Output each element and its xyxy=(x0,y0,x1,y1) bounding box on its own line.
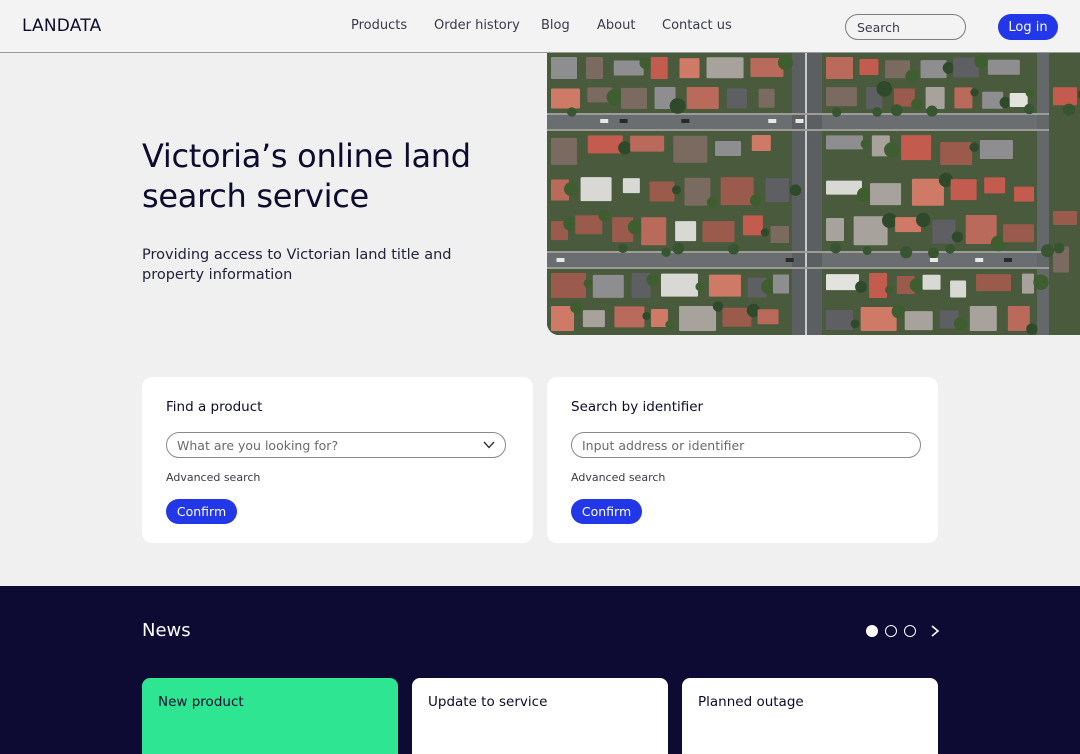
news-card-update-to-service[interactable]: Update to service xyxy=(412,678,668,754)
top-header: LANDATA Products Order history Blog Abou… xyxy=(0,0,1080,53)
identifier-advanced-search-link[interactable]: Advanced search xyxy=(571,471,665,484)
identifier-input[interactable] xyxy=(582,433,902,457)
chevron-down-icon[interactable] xyxy=(482,439,496,451)
aerial-suburb-image xyxy=(547,53,1080,335)
news-card-label: New product xyxy=(158,694,244,710)
find-product-title: Find a product xyxy=(166,399,263,415)
news-card-new-product[interactable]: New product xyxy=(142,678,398,754)
login-button[interactable]: Log in xyxy=(998,14,1058,40)
product-select[interactable] xyxy=(166,432,506,458)
identifier-field[interactable] xyxy=(571,432,921,458)
search-identifier-title: Search by identifier xyxy=(571,399,704,415)
carousel-dot-2[interactable] xyxy=(885,625,897,637)
news-section: News New product Update to service Plann… xyxy=(0,586,1080,754)
find-product-confirm-button[interactable]: Confirm xyxy=(166,499,237,524)
nav-about[interactable]: About xyxy=(597,18,635,33)
landata-logo[interactable]: LANDATA xyxy=(22,16,101,36)
news-card-label: Planned outage xyxy=(698,694,804,710)
header-search-input[interactable] xyxy=(845,14,966,40)
search-identifier-card: Search by identifier Advanced search Con… xyxy=(547,377,938,543)
news-card-planned-outage[interactable]: Planned outage xyxy=(682,678,938,754)
carousel-dot-1[interactable] xyxy=(866,625,878,637)
product-select-input[interactable] xyxy=(177,433,477,457)
aerial-suburb-illustration xyxy=(547,53,1080,335)
nav-blog[interactable]: Blog xyxy=(541,18,570,33)
news-card-label: Update to service xyxy=(428,694,548,710)
carousel-dot-3[interactable] xyxy=(904,625,916,637)
hero-title: Victoria’s online land search service xyxy=(142,137,471,215)
nav-order-history[interactable]: Order history xyxy=(434,18,520,33)
find-product-card: Find a product Advanced search Confirm xyxy=(142,377,533,543)
nav-contact-us[interactable]: Contact us xyxy=(662,18,732,33)
identifier-confirm-button[interactable]: Confirm xyxy=(571,499,642,524)
chevron-right-icon[interactable] xyxy=(929,624,941,638)
hero-subtitle: Providing access to Victorian land title… xyxy=(142,247,452,283)
find-product-advanced-search-link[interactable]: Advanced search xyxy=(166,471,260,484)
news-title: News xyxy=(142,620,191,641)
nav-products[interactable]: Products xyxy=(351,18,407,33)
